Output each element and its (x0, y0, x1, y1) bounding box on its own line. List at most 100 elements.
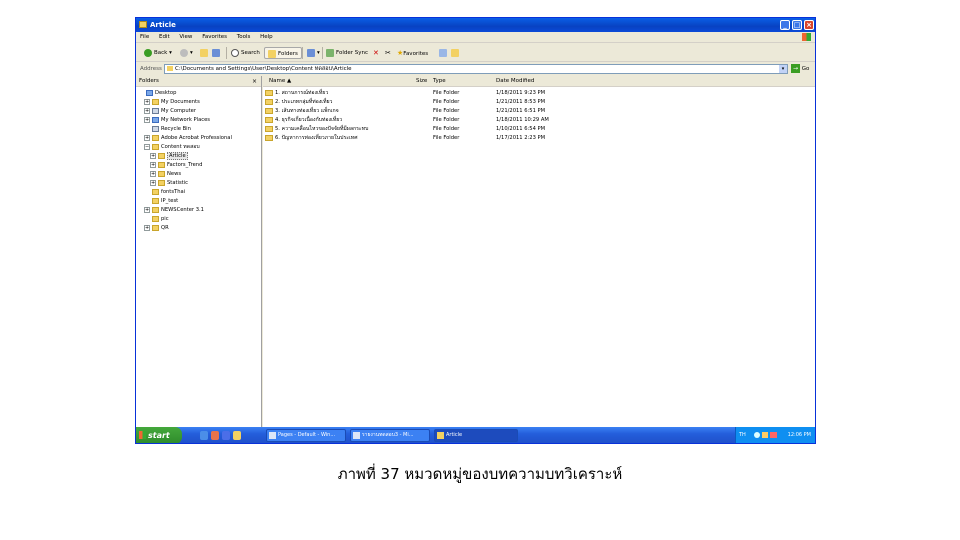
column-name[interactable]: Name ▲ (269, 76, 291, 87)
move-to-button[interactable] (451, 47, 461, 59)
tree-item[interactable]: + My Network Places (144, 116, 210, 125)
forward-arrow-icon (180, 48, 188, 57)
tree-expander-icon[interactable]: + (150, 152, 156, 159)
folders-label: Folders (278, 51, 298, 57)
folders-pane-close-button[interactable]: × (252, 76, 257, 87)
folder-icon (265, 99, 273, 105)
tree-expander-icon[interactable]: + (150, 161, 156, 168)
explorer-quicklaunch-icon[interactable] (233, 431, 241, 440)
tree-item[interactable]: − Content ทดสอบ (144, 143, 200, 152)
tree-item[interactable]: + Statistic (150, 179, 188, 188)
tree-item-label: Adobe Acrobat Professional (161, 135, 232, 141)
tree-item-label: IP_test (161, 198, 179, 204)
title-bar[interactable]: Article _ □ × (136, 18, 815, 32)
file-type: File Folder (433, 126, 460, 132)
menu-tools[interactable]: Tools (233, 32, 255, 43)
security-tray-icon[interactable] (770, 432, 777, 438)
internet-explorer-icon[interactable] (200, 431, 208, 440)
address-dropdown-icon[interactable]: ▾ (779, 65, 787, 73)
tree-expander-icon[interactable]: + (150, 170, 156, 177)
tree-item[interactable]: + Factors_Trend (150, 161, 202, 170)
taskbar-item-pages[interactable]: Pages - Default - Win... (266, 429, 346, 442)
file-date-modified: 1/17/2011 2:23 PM (496, 135, 546, 141)
tree-item[interactable]: + QR (144, 224, 169, 233)
language-indicator[interactable]: TH (739, 427, 746, 443)
folder-icon (167, 66, 173, 71)
tree-expander-icon[interactable]: + (150, 179, 156, 186)
file-row[interactable]: 3. เส้นทางท่องเที่ยว แพ็กเกจ File Folder 1… (265, 107, 805, 116)
tree-item[interactable]: + My Documents (144, 98, 200, 107)
tree-item-label: fontsThai (161, 189, 186, 195)
file-row[interactable]: 5. ความเคลื่อนไหวของปัจจัยที่มีผลกระทบ Fi… (265, 125, 805, 134)
minimize-button[interactable]: _ (780, 20, 790, 30)
close-button[interactable]: × (804, 20, 814, 30)
favorites-button[interactable]: ★Favorites (397, 47, 428, 59)
tree-item[interactable]: Desktop (138, 89, 176, 98)
taskbar-item-report[interactable]: รายงานทดสอบ3 - Mi... (350, 429, 430, 442)
tree-item[interactable]: + My Computer (144, 107, 196, 116)
address-path: C:\Documents and Settings\User\Desktop\C… (175, 66, 352, 72)
browser-icon[interactable] (222, 431, 230, 440)
screenshot-frame: Article _ □ × File Edit View Favorites T… (135, 17, 816, 444)
column-size[interactable]: Size (416, 76, 427, 87)
address-input[interactable]: C:\Documents and Settings\User\Desktop\C… (164, 64, 788, 74)
tree-item[interactable]: + Adobe Acrobat Professional (144, 134, 232, 143)
tree-expander-icon[interactable]: + (144, 98, 150, 105)
tree-item[interactable]: pic (144, 215, 169, 224)
menu-edit[interactable]: Edit (155, 32, 174, 43)
network-tray-icon[interactable] (754, 432, 760, 438)
volume-tray-icon[interactable] (762, 432, 768, 438)
column-date-modified[interactable]: Date Modified (496, 76, 534, 87)
file-row[interactable]: 1. สถานการณ์ท่องเที่ยว File Folder 1/18/20… (265, 89, 805, 98)
menu-help[interactable]: Help (256, 32, 277, 43)
forward-button[interactable]: ▾ (180, 47, 193, 59)
tree-item-label: Factors_Trend (167, 162, 203, 168)
move-to-icon (451, 48, 459, 57)
column-type[interactable]: Type (433, 76, 446, 87)
tree-item[interactable]: IP_test (144, 197, 178, 206)
tree-expander-icon[interactable]: + (144, 224, 150, 231)
tree-item-label: Content ทดสอบ (161, 144, 200, 150)
folder-icon (265, 108, 273, 114)
menu-view[interactable]: View (175, 32, 196, 43)
tree-expander-icon[interactable]: + (144, 107, 150, 114)
folder-icon (152, 215, 159, 222)
system-tray: TH 12:06 PM (735, 427, 815, 443)
file-row[interactable]: 2. ประเภทกลุ่มที่ท่องเที่ยว File Folder 1/… (265, 98, 805, 107)
folder-sync-label: Folder Sync (336, 50, 369, 56)
file-row[interactable]: 6. ปัญหาการท่องเที่ยวภายในประเทศ File Fol… (265, 134, 805, 143)
tree-expander-icon[interactable]: + (144, 116, 150, 123)
cut-icon[interactable]: ✂ (385, 47, 391, 59)
tree-item[interactable]: + Article (150, 152, 188, 161)
file-type: File Folder (433, 99, 460, 105)
undo-button[interactable] (212, 47, 222, 59)
tree-item[interactable]: fontsThai (144, 188, 185, 197)
back-button[interactable]: Back ▾ (144, 47, 172, 59)
search-button[interactable]: Search (231, 47, 260, 59)
tree-item[interactable]: Recycle Bin (144, 125, 191, 134)
up-folder-button[interactable] (200, 47, 210, 59)
tree-item[interactable]: + News (150, 170, 181, 179)
tree-expander-icon[interactable]: + (144, 134, 150, 141)
go-button[interactable]: → Go (791, 64, 809, 74)
file-row[interactable]: 4. ธุรกิจเกี่ยวเนื่องกับท่องเที่ยว File F… (265, 116, 805, 125)
tree-item[interactable]: + NEWSCenter 3.1 (144, 206, 204, 215)
views-button[interactable]: ▾ (307, 47, 320, 59)
folder-window-icon (139, 21, 147, 28)
tree-expander-icon[interactable]: + (144, 206, 150, 213)
maximize-button[interactable]: □ (792, 20, 802, 30)
folders-button[interactable]: Folders (264, 47, 302, 59)
media-player-icon[interactable] (211, 431, 219, 440)
back-label: Back (154, 50, 168, 56)
menu-file[interactable]: File (136, 32, 153, 43)
folder-sync-button[interactable]: Folder Sync (326, 47, 368, 59)
folder-window-icon (437, 432, 444, 439)
folder-icon (152, 188, 159, 195)
delete-icon[interactable]: ✕ (373, 47, 379, 59)
taskbar-item-article[interactable]: Article (434, 429, 518, 442)
tree-expander-icon[interactable]: − (144, 143, 150, 150)
toolbar-separator (226, 47, 227, 59)
start-button[interactable]: start (136, 427, 182, 443)
copy-to-button[interactable] (439, 47, 449, 59)
menu-favorites[interactable]: Favorites (198, 32, 231, 43)
